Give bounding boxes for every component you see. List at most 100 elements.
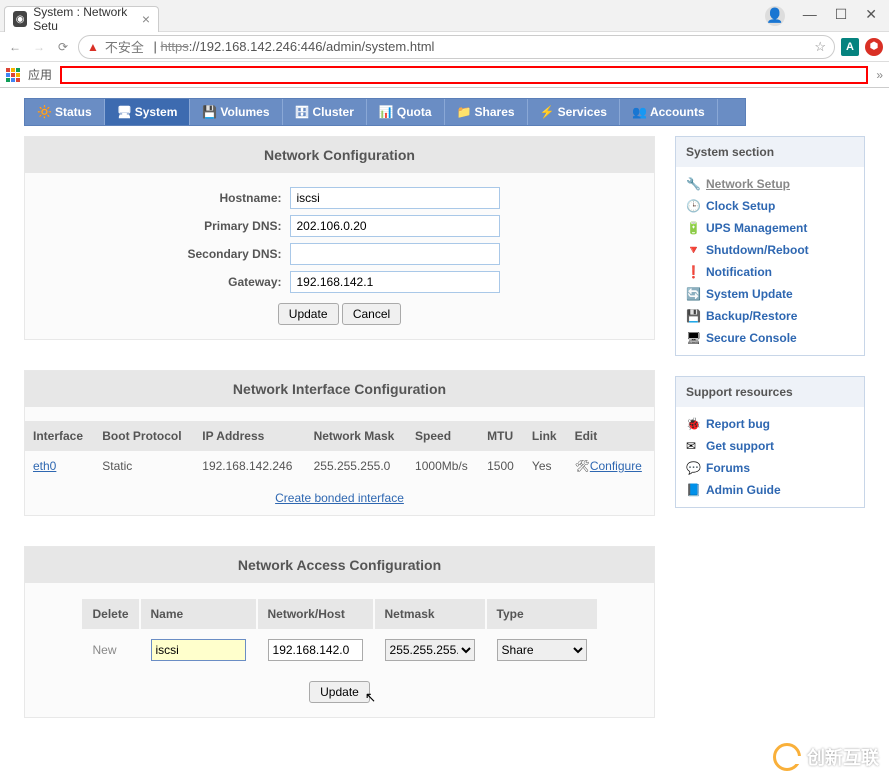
sidebar-item-clock-setup[interactable]: 🕒Clock Setup — [676, 195, 864, 217]
cell-boot: Static — [94, 451, 194, 481]
support-item-report-bug[interactable]: 🐞 Report bug — [676, 413, 864, 435]
cursor-icon: ↖ — [365, 689, 377, 706]
gateway-label: Gateway: — [180, 275, 290, 289]
support-item-forums[interactable]: 💬 Forums — [676, 457, 864, 479]
reload-button[interactable]: ⟳ — [54, 38, 72, 56]
status-icon: 🔆 — [37, 105, 51, 119]
create-bonded-link[interactable]: Create bonded interface — [275, 491, 404, 505]
minimize-button[interactable]: — — [803, 6, 817, 26]
configure-icon: 🛠 — [575, 459, 590, 473]
browser-tab[interactable]: ◉ System : Network Setu × — [4, 6, 159, 32]
address-bar: ← → ⟳ ▲ 不安全 | https ://192.168.142.246:4… — [0, 32, 889, 62]
primary-dns-input[interactable] — [290, 215, 500, 237]
panel-title: Network Interface Configuration — [25, 371, 654, 407]
col-speed: Speed — [407, 421, 479, 451]
nac-table: Delete Name Network/Host Netmask Type Ne… — [80, 597, 598, 671]
bug-icon: 🐞 — [686, 417, 700, 431]
terminal-icon: 🖥 — [686, 331, 700, 345]
col-mask: Network Mask — [306, 421, 407, 451]
support-item-admin-guide[interactable]: 📘 Admin Guide — [676, 479, 864, 501]
sidebar-item-network-setup[interactable]: 🔧 Network Setup — [676, 173, 864, 195]
sidebar-link[interactable]: Forums — [706, 461, 750, 475]
cancel-button[interactable]: Cancel — [342, 303, 401, 325]
cell-mtu: 1500 — [479, 451, 524, 481]
tab-cluster[interactable]: 🗄Cluster — [283, 99, 367, 125]
forward-button: → — [30, 38, 48, 56]
url-text: ://192.168.142.246:446/admin/system.html — [189, 39, 435, 54]
sidebar-link[interactable]: Report bug — [706, 417, 770, 431]
update-button[interactable]: Update — [278, 303, 339, 325]
sidebar-link[interactable]: Shutdown/Reboot — [706, 243, 809, 257]
sidebar-link[interactable]: Secure Console — [706, 331, 797, 345]
apps-icon[interactable] — [6, 68, 20, 82]
sidebar-link[interactable]: Clock Setup — [706, 199, 775, 213]
sidebar-item-notification[interactable]: ❗ Notification — [676, 261, 864, 283]
primary-dns-label: Primary DNS: — [180, 219, 290, 233]
table-row: New 255.255.255.0 Share — [82, 631, 596, 669]
user-avatar-icon[interactable]: 👤 — [765, 6, 785, 26]
interface-link[interactable]: eth0 — [33, 459, 56, 473]
sidebar-link[interactable]: Admin Guide — [706, 483, 781, 497]
sidebar-link[interactable]: UPS Management — [706, 221, 807, 235]
tab-services[interactable]: ⚡Services — [528, 99, 620, 125]
url-input[interactable]: ▲ 不安全 | https ://192.168.142.246:446/adm… — [78, 35, 835, 59]
tab-label: System — [135, 105, 178, 119]
nac-name-input[interactable] — [151, 639, 246, 661]
chat-icon: 💬 — [686, 461, 700, 475]
accounts-icon: 👥 — [632, 105, 646, 119]
wrench-icon: 🔧 — [686, 177, 700, 191]
col-mtu: MTU — [479, 421, 524, 451]
apps-label[interactable]: 应用 — [28, 66, 52, 83]
nac-type-select[interactable]: Share — [497, 639, 587, 661]
sidebar-link[interactable]: Backup/Restore — [706, 309, 797, 323]
extension-abp-icon[interactable]: ⬢ — [865, 38, 883, 56]
back-button[interactable]: ← — [6, 38, 24, 56]
configure-link[interactable]: Configure — [590, 459, 642, 473]
tab-shares[interactable]: 📁Shares — [445, 99, 528, 125]
col-delete: Delete — [82, 599, 138, 629]
nac-update-button[interactable]: Update — [309, 681, 370, 703]
main-tabs: 🔆Status 🖥System 💾Volumes 🗄Cluster 📊Quota… — [24, 98, 746, 126]
cell-link: Yes — [524, 451, 567, 481]
nac-netmask-select[interactable]: 255.255.255.0 — [385, 639, 475, 661]
window-controls: 👤 — ☐ ✕ — [765, 6, 885, 26]
secondary-dns-input[interactable] — [290, 243, 500, 265]
table-header-row: Interface Boot Protocol IP Address Netwo… — [25, 421, 654, 451]
sidebar-item-ups[interactable]: 🔋UPS Management — [676, 217, 864, 239]
hostname-label: Hostname: — [180, 191, 290, 205]
alert-icon: ❗ — [686, 265, 700, 279]
sidebar-item-backup[interactable]: 💾Backup/Restore — [676, 305, 864, 327]
tab-system[interactable]: 🖥System — [105, 99, 191, 125]
sidebar-link[interactable]: Network Setup — [706, 177, 790, 191]
sidebar-item-shutdown[interactable]: 🔻Shutdown/Reboot — [676, 239, 864, 261]
hostname-input[interactable] — [290, 187, 500, 209]
sidebar-item-secure-console[interactable]: 🖥 Secure Console — [676, 327, 864, 349]
nac-nethost-input[interactable] — [268, 639, 363, 661]
tab-label: Quota — [397, 105, 432, 119]
extension-a-badge[interactable]: A — [841, 38, 859, 56]
bookmark-overflow-icon[interactable]: » — [876, 68, 883, 82]
tab-favicon: ◉ — [13, 11, 27, 27]
secondary-dns-label: Secondary DNS: — [180, 247, 290, 261]
sidebar-link[interactable]: Get support — [706, 439, 774, 453]
support-resources-box: Support resources 🐞 Report bug ✉Get suppo… — [675, 376, 865, 508]
sidebar-item-system-update[interactable]: 🔄System Update — [676, 283, 864, 305]
gateway-input[interactable] — [290, 271, 500, 293]
book-icon: 📘 — [686, 483, 700, 497]
close-window-button[interactable]: ✕ — [865, 6, 877, 26]
tab-accounts[interactable]: 👥 Accounts — [620, 99, 718, 125]
table-header-row: Delete Name Network/Host Netmask Type — [82, 599, 596, 629]
volumes-icon: 💾 — [202, 105, 216, 119]
tab-close-icon[interactable]: × — [142, 11, 150, 27]
support-item-get-support[interactable]: ✉Get support — [676, 435, 864, 457]
bookmark-star-icon[interactable]: ☆ — [814, 39, 826, 55]
maximize-button[interactable]: ☐ — [835, 6, 848, 26]
sidebox-title: Support resources — [676, 377, 864, 407]
tab-label: Accounts — [650, 105, 705, 119]
sidebar-link[interactable]: System Update — [706, 287, 793, 301]
panel-title: Network Configuration — [25, 137, 654, 173]
tab-quota[interactable]: 📊Quota — [367, 99, 445, 125]
tab-volumes[interactable]: 💾Volumes — [190, 99, 282, 125]
tab-status[interactable]: 🔆Status — [25, 99, 105, 125]
sidebar-link[interactable]: Notification — [706, 265, 772, 279]
